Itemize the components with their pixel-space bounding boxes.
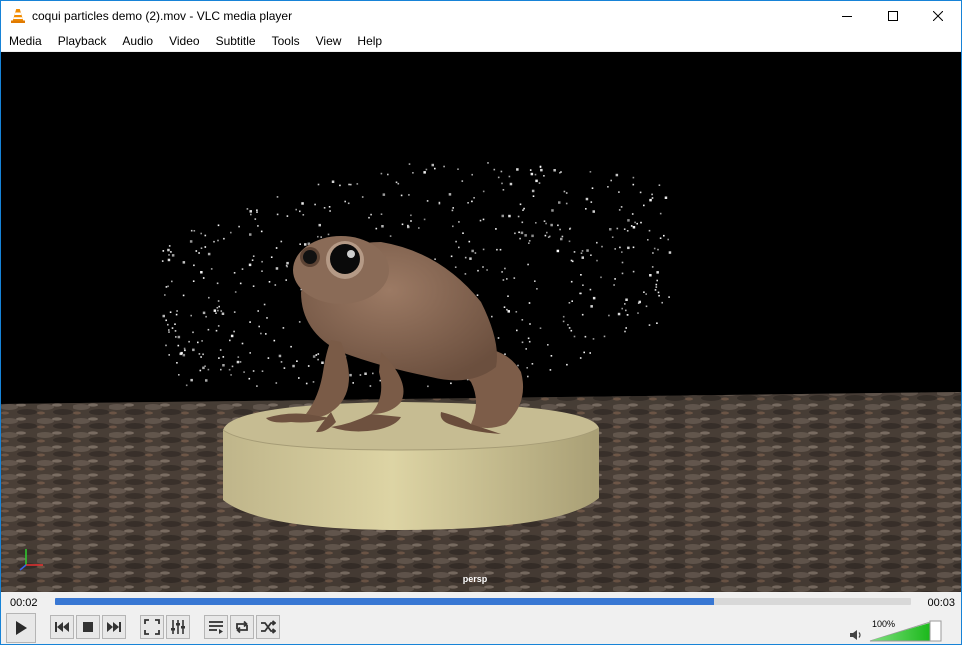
maximize-icon bbox=[888, 11, 898, 21]
menu-media[interactable]: Media bbox=[1, 31, 50, 51]
elapsed-time[interactable]: 00:02 bbox=[10, 597, 38, 609]
loop-button[interactable] bbox=[230, 615, 254, 639]
menu-help[interactable]: Help bbox=[349, 31, 390, 51]
shuffle-icon bbox=[261, 620, 276, 634]
window-title: coqui particles demo (2).mov - VLC media… bbox=[32, 9, 293, 23]
shuffle-button[interactable] bbox=[256, 615, 280, 639]
equalizer-icon bbox=[171, 620, 185, 634]
loop-icon bbox=[236, 620, 248, 634]
menu-bar: Media Playback Audio Video Subtitle Tool… bbox=[1, 31, 961, 51]
minimize-button[interactable] bbox=[824, 1, 870, 31]
next-button[interactable] bbox=[102, 615, 126, 639]
menu-video[interactable]: Video bbox=[161, 31, 207, 51]
menu-tools[interactable]: Tools bbox=[264, 31, 308, 51]
total-time[interactable]: 00:03 bbox=[927, 597, 955, 609]
close-icon bbox=[933, 11, 943, 21]
maximize-button[interactable] bbox=[870, 1, 916, 31]
play-icon bbox=[16, 621, 27, 635]
playlist-button[interactable] bbox=[204, 615, 228, 639]
fullscreen-button[interactable] bbox=[140, 615, 164, 639]
minimize-icon bbox=[842, 16, 852, 17]
fullscreen-icon bbox=[144, 619, 160, 635]
vlc-cone-icon[interactable] bbox=[10, 8, 26, 24]
menu-view[interactable]: View bbox=[308, 31, 350, 51]
menu-subtitle[interactable]: Subtitle bbox=[208, 31, 264, 51]
close-button[interactable] bbox=[915, 1, 961, 31]
viewport-camera-label: persp bbox=[462, 574, 488, 584]
skip-forward-icon bbox=[107, 622, 121, 632]
mute-button[interactable] bbox=[849, 628, 863, 644]
play-button[interactable] bbox=[6, 613, 36, 643]
control-bar: 100% bbox=[1, 612, 961, 644]
menu-playback[interactable]: Playback bbox=[50, 31, 115, 51]
seek-bar-fill bbox=[55, 598, 715, 605]
volume-slider[interactable] bbox=[869, 620, 943, 642]
previous-button[interactable] bbox=[50, 615, 74, 639]
stop-icon bbox=[83, 622, 93, 632]
stop-button[interactable] bbox=[76, 615, 100, 639]
seek-bar[interactable] bbox=[55, 598, 911, 605]
playlist-icon bbox=[209, 621, 223, 634]
title-bar[interactable]: coqui particles demo (2).mov - VLC media… bbox=[1, 1, 961, 31]
speaker-icon bbox=[850, 630, 861, 640]
skip-back-icon bbox=[55, 622, 69, 632]
seek-row: 00:02 00:03 bbox=[1, 592, 961, 612]
video-frame-image bbox=[1, 162, 961, 592]
video-display[interactable]: persp bbox=[1, 52, 961, 592]
extended-settings-button[interactable] bbox=[166, 615, 190, 639]
vlc-window: coqui particles demo (2).mov - VLC media… bbox=[0, 0, 962, 645]
menu-audio[interactable]: Audio bbox=[114, 31, 161, 51]
